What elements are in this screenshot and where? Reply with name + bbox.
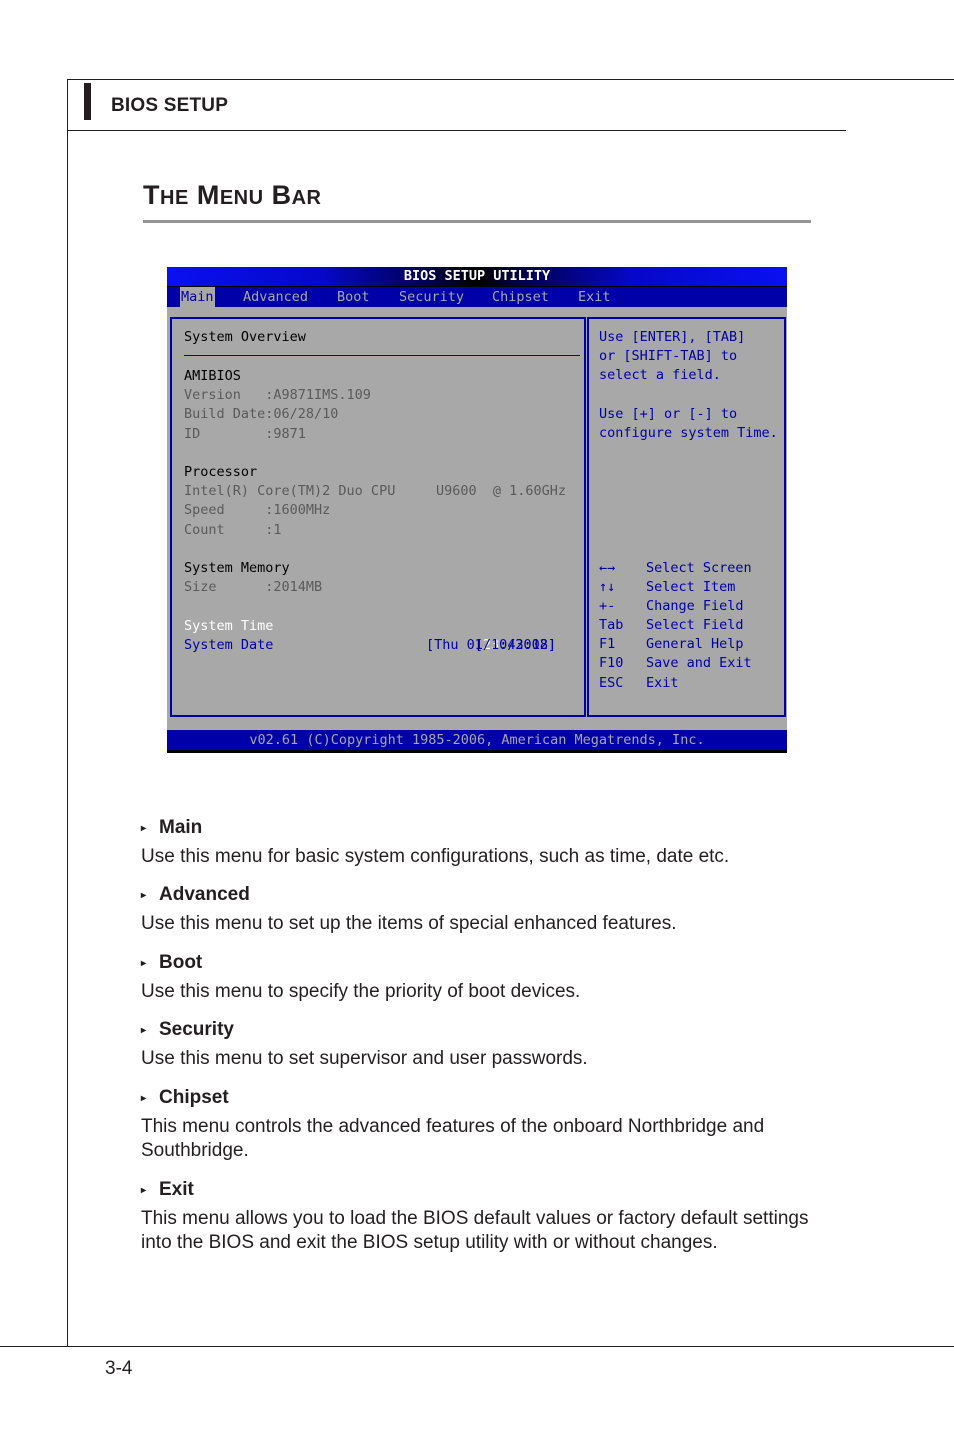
- key-action: Select Field: [646, 617, 744, 633]
- esc-key: ESC: [599, 675, 624, 691]
- processor-name: Intel(R) Core(TM)2 Duo CPU U9600 @ 1.60G…: [184, 483, 567, 499]
- bios-main-panel: System Overview AMIBIOS Version :A9871IM…: [170, 317, 586, 717]
- memory-size: Size :2014MB: [184, 579, 323, 595]
- arrows-up-down-icon: ↑↓: [599, 579, 616, 595]
- bullet-arrow-icon: ▸: [141, 1185, 147, 1196]
- running-header: BIOS SETUP: [111, 95, 229, 116]
- processor-heading: Processor: [184, 464, 258, 480]
- key-action: General Help: [646, 636, 744, 652]
- bios-title-bar: BIOS SETUP UTILITY: [167, 267, 787, 287]
- memory-heading: System Memory: [184, 560, 290, 576]
- header-bottom-rule: [67, 130, 846, 131]
- title-letter: M: [196, 180, 220, 210]
- menu-text: This menu allows you to load the BIOS de…: [141, 1208, 809, 1253]
- title-letter: B: [271, 180, 292, 210]
- bios-menu-bar: Main Advanced Boot Security Chipset Exit: [167, 287, 787, 307]
- bios-menu-advanced[interactable]: Advanced: [242, 287, 309, 307]
- system-date-field[interactable]: [Thu 01/10/2002]: [426, 636, 556, 655]
- bios-menu-boot[interactable]: Boot: [336, 287, 371, 307]
- menu-text: Use this menu to set up the items of spe…: [141, 913, 677, 934]
- processor-speed: Speed :1600MHz: [184, 502, 331, 518]
- help-line: select a field.: [599, 367, 721, 383]
- system-time-label[interactable]: System Time: [184, 617, 273, 636]
- help-line: Use [ENTER], [TAB]: [599, 329, 746, 345]
- key-legend-row: ESC Exit: [599, 674, 679, 693]
- bullet-arrow-icon: ▸: [141, 823, 147, 834]
- key-legend-row: Tab Select Field: [599, 616, 744, 635]
- menu-description-boot: ▸ Boot Use this menu to specify the prior…: [141, 951, 821, 1004]
- bullet-arrow-icon: ▸: [141, 890, 147, 901]
- processor-count: Count :1: [184, 522, 282, 538]
- key-legend-row: F10 Save and Exit: [599, 654, 752, 673]
- key-action: Select Item: [646, 579, 736, 595]
- help-line: Use [+] or [-] to: [599, 406, 738, 422]
- key-legend-row: ↑↓ Select Item: [599, 578, 735, 597]
- page-left-rule: [67, 79, 68, 1346]
- page-bottom-rule: [0, 1346, 954, 1347]
- bullet-arrow-icon: ▸: [141, 1093, 147, 1104]
- page-title: THE MENU BAR: [143, 180, 321, 211]
- menu-description-security: ▸ Security Use this menu to set superviso…: [141, 1018, 821, 1071]
- key-action: Save and Exit: [646, 655, 752, 671]
- bios-screenshot: BIOS SETUP UTILITY Main Advanced Boot Se…: [167, 267, 787, 753]
- menu-text: Use this menu to set supervisor and user…: [141, 1048, 588, 1069]
- menu-name: Main: [159, 817, 203, 838]
- f1-key: F1: [599, 636, 616, 652]
- amibios-heading: AMIBIOS: [184, 368, 241, 384]
- page-top-rule: [67, 79, 954, 80]
- menu-name: Security: [159, 1019, 234, 1040]
- bios-menu-chipset[interactable]: Chipset: [491, 287, 550, 307]
- menu-description-chipset: ▸ Chipset This menu controls the advanced…: [141, 1086, 821, 1163]
- menu-description-advanced: ▸ Advanced Use this menu to set up the it…: [141, 883, 821, 936]
- title-smallcaps: HE: [160, 187, 189, 209]
- bios-help-panel: Use [ENTER], [TAB] or [SHIFT-TAB] to sel…: [587, 317, 786, 717]
- overview-divider: [184, 355, 580, 356]
- bios-id: ID :9871: [184, 426, 306, 442]
- header-marker-bar: [84, 83, 91, 120]
- menu-name: Advanced: [159, 884, 250, 905]
- key-action: Exit: [646, 675, 679, 691]
- title-smallcaps: AR: [291, 187, 322, 209]
- menu-description-main: ▸ Main Use this menu for basic system con…: [141, 816, 821, 869]
- overview-heading: System Overview: [184, 329, 306, 345]
- menu-name: Boot: [159, 952, 203, 973]
- tab-key: Tab: [599, 617, 624, 633]
- title-letter: T: [143, 180, 160, 210]
- bios-menu-main[interactable]: Main: [180, 287, 215, 307]
- bios-menu-exit[interactable]: Exit: [577, 287, 612, 307]
- plus-minus-key: +-: [599, 598, 616, 614]
- bios-build-date: Build Date:06/28/10: [184, 406, 339, 422]
- title-smallcaps: ENU: [219, 187, 264, 209]
- bios-menu-security[interactable]: Security: [398, 287, 465, 307]
- help-line: or [SHIFT-TAB] to: [599, 348, 738, 364]
- page-number: 3-4: [105, 1358, 133, 1379]
- help-line: configure system Time.: [599, 425, 778, 441]
- title-underline: [143, 220, 811, 223]
- system-date-label[interactable]: System Date: [184, 636, 273, 655]
- menu-name: Chipset: [159, 1087, 229, 1108]
- key-action: Select Screen: [646, 560, 752, 576]
- menu-name: Exit: [159, 1179, 194, 1200]
- arrows-left-right-icon: ←→: [599, 560, 616, 576]
- menu-text: Use this menu for basic system configura…: [141, 846, 730, 867]
- key-legend-row: ←→ Select Screen: [599, 559, 752, 578]
- bullet-arrow-icon: ▸: [141, 958, 147, 969]
- bios-copyright-bar: v02.61 (C)Copyright 1985-2006, American …: [167, 730, 787, 753]
- f10-key: F10: [599, 655, 624, 671]
- menu-text: This menu controls the advanced features…: [141, 1116, 765, 1161]
- key-legend-row: F1 General Help: [599, 635, 744, 654]
- bios-version: Version :A9871IMS.109: [184, 387, 371, 403]
- key-legend-row: +- Change Field: [599, 597, 744, 616]
- menu-description-exit: ▸ Exit This menu allows you to load the B…: [141, 1178, 821, 1255]
- menu-text: Use this menu to specify the priority of…: [141, 981, 581, 1002]
- key-action: Change Field: [646, 598, 744, 614]
- bullet-arrow-icon: ▸: [141, 1025, 147, 1036]
